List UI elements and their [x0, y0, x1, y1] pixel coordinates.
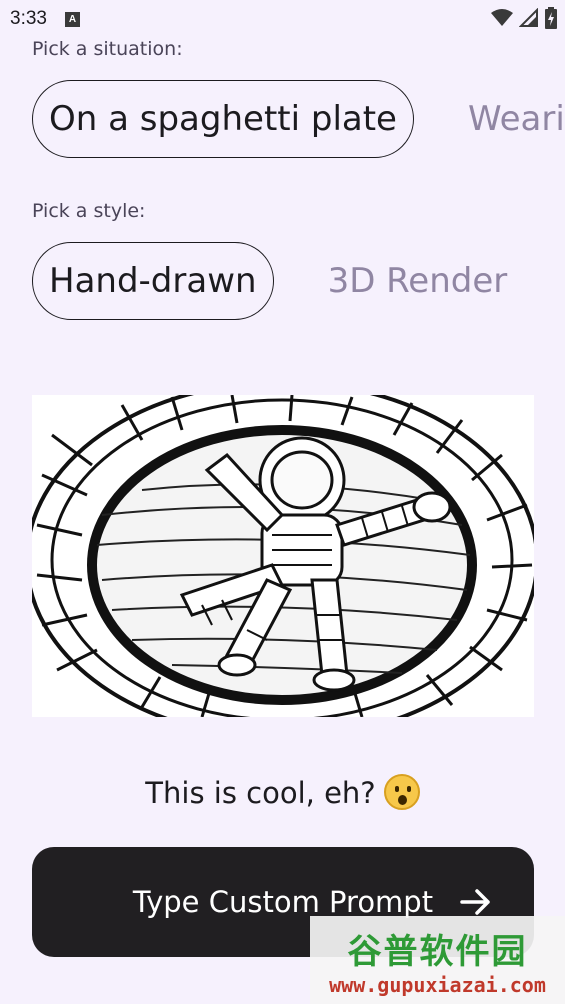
generated-image: [32, 395, 534, 717]
style-chip-row[interactable]: Hand-drawn 3D Render: [32, 242, 507, 320]
situation-label: Pick a situation:: [32, 38, 183, 60]
status-icons: [491, 7, 557, 29]
cta-label: Type Custom Prompt: [132, 885, 434, 919]
style-label: Pick a style:: [32, 200, 146, 222]
watermark-url: www.gupuxiazai.com: [329, 972, 546, 997]
status-time: 3:33: [10, 8, 47, 29]
situation-chip-next[interactable]: Wearin: [468, 99, 565, 139]
caption-text: This is cool, eh?: [145, 776, 376, 810]
astronaut-illustration: [32, 395, 534, 717]
style-chip-selected[interactable]: Hand-drawn: [32, 242, 274, 320]
watermark: 谷普软件园 www.gupuxiazai.com: [310, 916, 565, 1004]
caption: This is cool, eh?: [0, 774, 565, 813]
arrow-right-icon: [460, 889, 490, 915]
watermark-title: 谷普软件园: [347, 931, 528, 972]
wifi-icon: [491, 9, 513, 26]
situation-chip-selected[interactable]: On a spaghetti plate: [32, 80, 414, 158]
battery-icon: [545, 7, 557, 29]
style-chip-next[interactable]: 3D Render: [328, 261, 508, 301]
situation-chip-row[interactable]: On a spaghetti plate Wearin: [32, 80, 565, 158]
signal-icon: [519, 8, 538, 27]
status-bar: 3:33 A: [0, 0, 565, 38]
astonished-face-icon: [383, 774, 420, 810]
notification-app-icon: A: [64, 11, 80, 27]
